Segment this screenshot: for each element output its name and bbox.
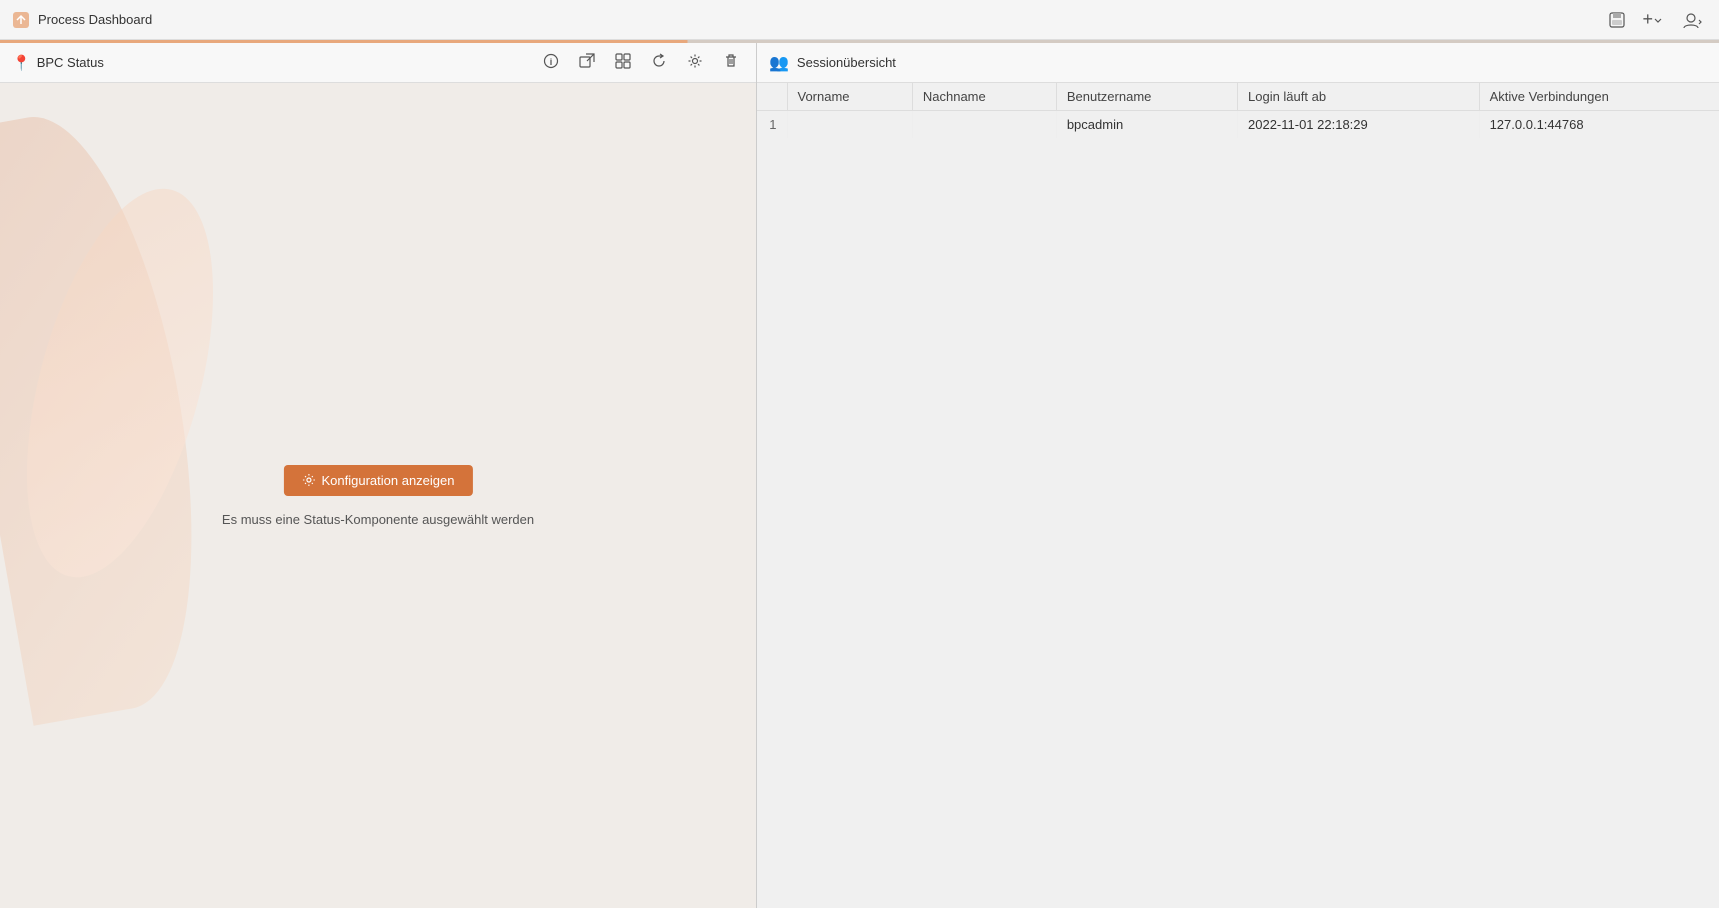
settings-button[interactable] bbox=[682, 50, 708, 76]
people-icon: 👥 bbox=[769, 53, 789, 73]
app-title: Process Dashboard bbox=[38, 12, 152, 27]
info-button[interactable]: i bbox=[538, 50, 564, 76]
panel-toolbar-left: 📍 BPC Status bbox=[12, 54, 104, 72]
panel-toolbar-right: i bbox=[538, 50, 744, 76]
center-content: Konfiguration anzeigen Es muss eine Stat… bbox=[222, 465, 534, 527]
cell-vorname bbox=[787, 111, 912, 139]
status-message: Es muss eine Status-Komponente ausgewähl… bbox=[222, 512, 534, 527]
pin-icon: 📍 bbox=[12, 54, 31, 72]
table-row[interactable]: 1 bpcadmin 2022-11-01 22:18:29 127.0.0.1… bbox=[757, 111, 1719, 139]
col-header-vorname: Vorname bbox=[787, 83, 912, 111]
session-data-table: Vorname Nachname Benutzername Login läuf… bbox=[757, 83, 1719, 139]
config-button-label: Konfiguration anzeigen bbox=[322, 473, 455, 488]
left-panel-title: BPC Status bbox=[37, 55, 104, 70]
main-area: 📍 BPC Status i bbox=[0, 43, 1719, 908]
col-header-verbindungen: Aktive Verbindungen bbox=[1479, 83, 1719, 111]
bg-decoration-1 bbox=[0, 100, 231, 726]
right-panel: 👥 Sessionübersicht Vorname Nachname Benu… bbox=[757, 43, 1719, 908]
col-header-number bbox=[757, 83, 787, 111]
refresh-button[interactable] bbox=[646, 50, 672, 76]
user-menu-button[interactable] bbox=[1675, 7, 1707, 33]
right-panel-toolbar: 👥 Sessionübersicht bbox=[757, 43, 1719, 83]
title-bar: Process Dashboard + bbox=[0, 0, 1719, 40]
cell-nachname bbox=[912, 111, 1056, 139]
svg-text:i: i bbox=[550, 57, 553, 67]
left-panel: 📍 BPC Status i bbox=[0, 43, 757, 908]
cell-benutzername: bpcadmin bbox=[1056, 111, 1237, 139]
session-table[interactable]: Vorname Nachname Benutzername Login läuf… bbox=[757, 83, 1719, 908]
table-header-row: Vorname Nachname Benutzername Login läuf… bbox=[757, 83, 1719, 111]
save-button[interactable] bbox=[1604, 7, 1630, 33]
app-icon bbox=[12, 11, 30, 29]
delete-button[interactable] bbox=[718, 50, 744, 76]
cell-number: 1 bbox=[757, 111, 787, 139]
left-panel-content: Konfiguration anzeigen Es muss eine Stat… bbox=[0, 83, 756, 908]
col-header-login: Login läuft ab bbox=[1238, 83, 1480, 111]
table-body: 1 bpcadmin 2022-11-01 22:18:29 127.0.0.1… bbox=[757, 111, 1719, 139]
left-panel-toolbar: 📍 BPC Status i bbox=[0, 43, 756, 83]
cell-login-laeuft-ab: 2022-11-01 22:18:29 bbox=[1238, 111, 1480, 139]
split-button[interactable] bbox=[610, 50, 636, 76]
add-button[interactable]: + bbox=[1638, 5, 1667, 34]
title-bar-left: Process Dashboard bbox=[12, 11, 152, 29]
right-panel-title: Sessionübersicht bbox=[797, 55, 896, 70]
cell-aktive-verbindungen: 127.0.0.1:44768 bbox=[1479, 111, 1719, 139]
config-button[interactable]: Konfiguration anzeigen bbox=[284, 465, 473, 496]
title-bar-right: + bbox=[1604, 5, 1707, 34]
col-header-nachname: Nachname bbox=[912, 83, 1056, 111]
bg-decoration-2 bbox=[0, 169, 249, 597]
col-header-benutzername: Benutzername bbox=[1056, 83, 1237, 111]
open-external-button[interactable] bbox=[574, 50, 600, 76]
